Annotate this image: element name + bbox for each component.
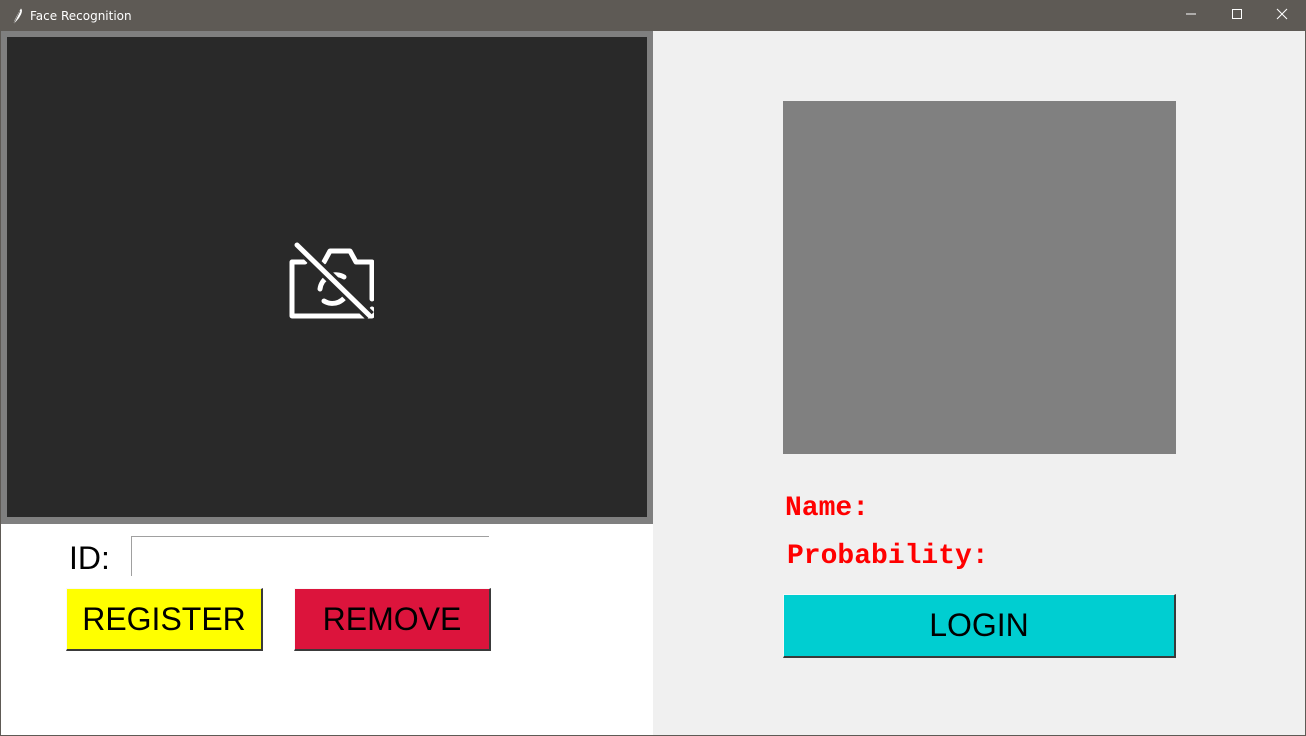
probability-label: Probability:: [787, 541, 989, 572]
camera-off-icon: [284, 241, 375, 321]
close-button[interactable]: [1259, 1, 1305, 31]
login-button-label: LOGIN: [929, 607, 1029, 643]
recognized-face-image: [783, 101, 1176, 454]
window-title: Face Recognition: [30, 9, 132, 23]
feather-icon: [10, 8, 26, 24]
remove-button[interactable]: REMOVE: [294, 588, 491, 651]
minimize-button[interactable]: [1168, 1, 1214, 31]
id-label: ID:: [69, 540, 110, 576]
title-bar[interactable]: Face Recognition: [1, 1, 1305, 31]
register-button[interactable]: REGISTER: [66, 588, 263, 651]
id-input[interactable]: [131, 536, 489, 576]
remove-button-label: REMOVE: [322, 600, 462, 637]
login-button[interactable]: LOGIN: [783, 594, 1176, 658]
registration-panel: ID: REGISTER REMOVE: [1, 31, 653, 735]
video-feed: [7, 37, 647, 517]
video-feed-frame: [1, 31, 653, 524]
maximize-icon: [1231, 7, 1243, 25]
recognition-panel: Name: Probability: LOGIN: [653, 31, 1305, 735]
register-button-label: REGISTER: [82, 600, 246, 637]
minimize-icon: [1185, 7, 1197, 25]
maximize-button[interactable]: [1214, 1, 1260, 31]
name-label: Name:: [785, 493, 870, 524]
app-window: Face Recognition ID: REGISTER REMOVE Nam…: [0, 0, 1306, 736]
close-icon: [1276, 7, 1288, 25]
